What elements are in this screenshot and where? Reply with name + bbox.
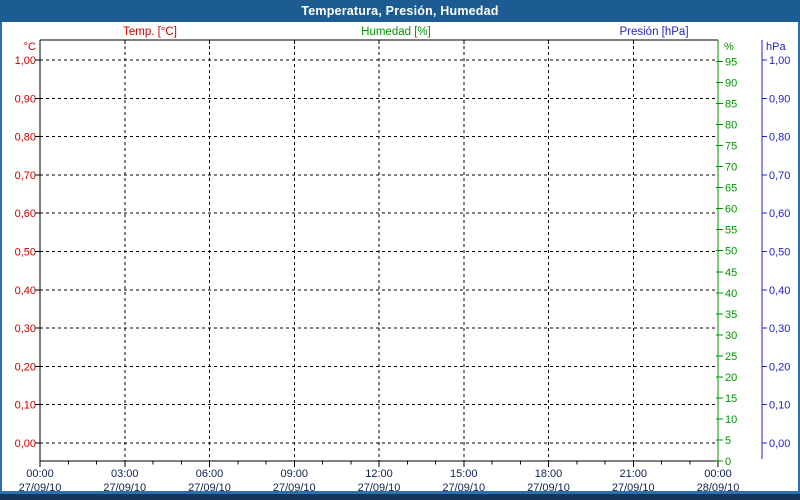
x-time-label: 12:00	[365, 468, 393, 480]
x-time-label: 03:00	[111, 468, 139, 480]
temp-axis-label: 0,80	[15, 132, 36, 144]
humidity-axis-label: 25	[725, 351, 737, 363]
x-time-label: 21:00	[619, 468, 647, 480]
humidity-axis-label: 60	[725, 204, 737, 216]
x-time-label: 00:00	[26, 468, 54, 480]
humidity-axis-label: 95	[725, 57, 737, 69]
x-time-label: 00:00	[704, 468, 732, 480]
pressure-axis-label: 0,80	[769, 132, 790, 144]
humidity-axis-label: 10	[725, 414, 737, 426]
plot-area: 1,00 0,90 0,80 0,70 0,60 0,50 0,40 0,30 0,20 0,10…	[15, 39, 790, 494]
pressure-axis-label: 1,00	[769, 55, 790, 67]
humidity-axis-label: 50	[725, 246, 737, 258]
pressure-axis-label: 0,70	[769, 170, 790, 182]
humidity-axis-label: 5	[725, 435, 731, 447]
window-border-left	[0, 22, 2, 491]
pressure-axis-label: 0,50	[769, 247, 790, 259]
humidity-axis-label: 30	[725, 330, 737, 342]
humidity-axis-label: 15	[725, 393, 737, 405]
humidity-axis-label: 90	[725, 78, 737, 90]
x-time-label: 09:00	[280, 468, 308, 480]
humidity-axis-label: 45	[725, 267, 737, 279]
temp-axis-label: 0,70	[15, 170, 36, 182]
pressure-axis-label: 0,10	[769, 400, 790, 412]
humidity-axis-label: 70	[725, 162, 737, 174]
humidity-axis-label: 55	[725, 225, 737, 237]
humidity-axis-label: 80	[725, 120, 737, 132]
app-window: Temperatura, Presión, Humedad Temp. [°C]…	[0, 0, 800, 500]
temp-axis-label: 0,00	[15, 438, 36, 450]
temp-axis-label: 0,20	[15, 361, 36, 373]
temp-axis-label: 0,90	[15, 93, 36, 105]
temp-axis-label: 0,40	[15, 285, 36, 297]
x-time-label: 18:00	[535, 468, 563, 480]
temp-axis-label: 0,10	[15, 400, 36, 412]
humidity-axis-label: 75	[725, 141, 737, 153]
humidity-axis-label: 85	[725, 99, 737, 111]
temp-axis-label: 1,00	[15, 55, 36, 67]
x-time-label: 15:00	[450, 468, 478, 480]
humidity-axis-label: 40	[725, 288, 737, 300]
pressure-axis-label: 0,20	[769, 361, 790, 373]
humidity-axis-label: 0	[725, 456, 731, 468]
pressure-axis-label: 0,00	[769, 438, 790, 450]
pressure-axis-label: 0,60	[769, 208, 790, 220]
pressure-axis-label: 0,40	[769, 285, 790, 297]
temp-axis-label: 0,60	[15, 208, 36, 220]
window-bottom-band	[0, 494, 800, 500]
temp-axis-label: 0,50	[15, 247, 36, 259]
pressure-axis-label: 0,90	[769, 93, 790, 105]
humidity-axis-label: 65	[725, 183, 737, 195]
x-time-label: 06:00	[196, 468, 224, 480]
humidity-axis-label: 35	[725, 309, 737, 321]
temp-axis-label: 0,30	[15, 323, 36, 335]
pressure-axis-label: 0,30	[769, 323, 790, 335]
humidity-axis-label: 20	[725, 372, 737, 384]
